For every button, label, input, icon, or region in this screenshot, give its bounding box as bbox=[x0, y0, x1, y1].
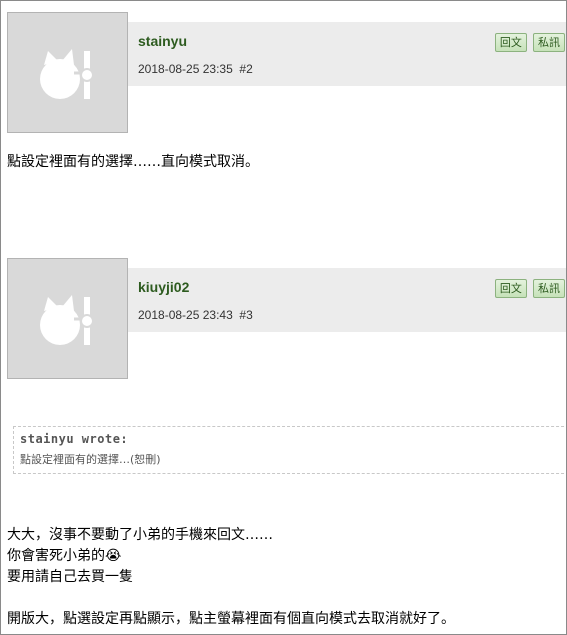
post-number[interactable]: #2 bbox=[239, 62, 252, 76]
post-timestamp: 2018-08-25 23:35 #2 bbox=[138, 62, 253, 76]
post-body-line: 你會害死小弟的😭 bbox=[7, 548, 122, 564]
post-body: 點設定裡面有的選擇……直向模式取消。 bbox=[7, 152, 259, 173]
forum-thread: stainyu 2018-08-25 23:35 #2 回文 私訊 點設定裡面有… bbox=[0, 0, 567, 635]
avatar[interactable] bbox=[7, 258, 128, 379]
post-actions: 回文 私訊 bbox=[494, 277, 565, 298]
username[interactable]: stainyu bbox=[138, 33, 187, 49]
post-body-line: 開版大，點選設定再點顯示，點主螢幕裡面有個直向模式去取消就好了。 bbox=[7, 611, 455, 627]
avatar[interactable] bbox=[7, 12, 128, 133]
default-avatar-icon bbox=[40, 295, 94, 345]
quote-block: stainyu wrote: 點設定裡面有的選擇…(恕刪) bbox=[13, 426, 566, 474]
post-body: 大大，沒事不要動了小弟的手機來回文…… 你會害死小弟的😭 要用請自己去買一隻 開… bbox=[7, 525, 455, 630]
post-number[interactable]: #3 bbox=[239, 308, 252, 322]
post-3: kiuyji02 2018-08-25 23:43 #3 回文 私訊 bbox=[7, 258, 566, 418]
reply-button[interactable]: 回文 bbox=[494, 279, 527, 298]
post-actions: 回文 私訊 bbox=[494, 31, 565, 52]
post-meta-bar: stainyu 2018-08-25 23:35 #2 回文 私訊 bbox=[128, 22, 566, 86]
quote-text: 點設定裡面有的選擇…(恕刪) bbox=[20, 453, 161, 466]
post-timestamp: 2018-08-25 23:43 #3 bbox=[138, 308, 253, 322]
post-meta-bar: kiuyji02 2018-08-25 23:43 #3 回文 私訊 bbox=[128, 268, 566, 332]
reply-button[interactable]: 回文 bbox=[494, 33, 527, 52]
post-body-line: 點設定裡面有的選擇……直向模式取消。 bbox=[7, 154, 259, 170]
quote-author: stainyu wrote: bbox=[20, 432, 129, 446]
default-avatar-icon bbox=[40, 49, 94, 99]
post-body-line: 要用請自己去買一隻 bbox=[7, 569, 133, 585]
post-body-line: 大大，沒事不要動了小弟的手機來回文…… bbox=[7, 527, 273, 543]
post-datetime: 2018-08-25 23:35 bbox=[138, 62, 233, 76]
private-message-button[interactable]: 私訊 bbox=[533, 33, 565, 52]
username[interactable]: kiuyji02 bbox=[138, 279, 189, 295]
post-datetime: 2018-08-25 23:43 bbox=[138, 308, 233, 322]
private-message-button[interactable]: 私訊 bbox=[533, 279, 565, 298]
